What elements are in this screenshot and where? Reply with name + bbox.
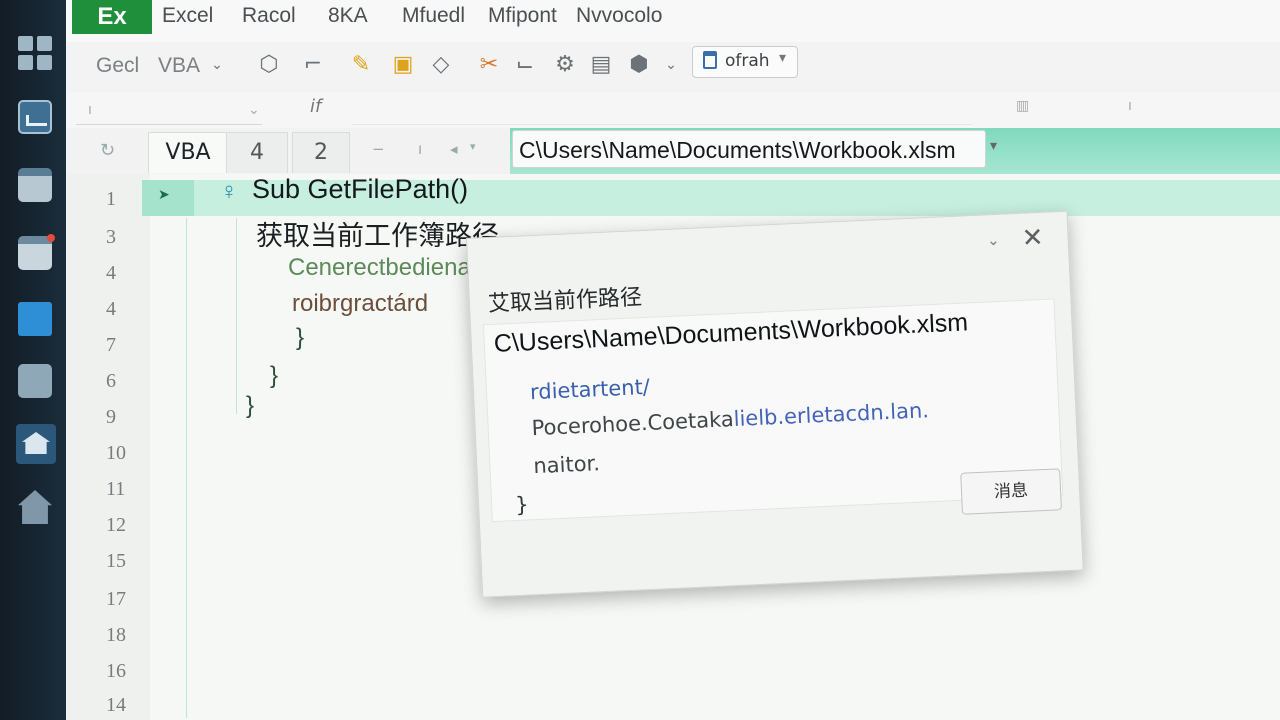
close-icon[interactable]: ✕	[1021, 223, 1044, 254]
house-app-icon[interactable]	[18, 490, 52, 524]
dialog-text-line: naitor.	[532, 451, 601, 479]
menu-excel[interactable]: Excel	[162, 4, 213, 28]
tab-2[interactable]: 2	[292, 132, 350, 173]
tab-bar: ↻ VBA 4 2 − ı ◂ ▾ C\Users\Name\Documents…	[66, 128, 1280, 174]
more-chevron-icon[interactable]: ⌄	[658, 52, 684, 78]
name-box-chevron-icon: ⌄	[248, 102, 260, 118]
shape-icon[interactable]: ⬡	[256, 52, 282, 78]
home-icon	[22, 432, 50, 454]
breakpoint-arrow-icon[interactable]: ➤	[158, 186, 170, 203]
register-app-icon[interactable]	[18, 364, 52, 398]
ribbon: Gecl VBA ⌄ ⬡ ⌐ ✎ ▣ ◇ ✂ ⌙ ⚙ ▤ ⬢ ⌄ ofrah ▾	[66, 42, 1280, 93]
line-number: 3	[106, 226, 116, 248]
function-label: if	[310, 96, 322, 117]
dialog-brace: }	[514, 492, 530, 518]
line-number-gutter: 1 3 4 4 7 6 9 10 11 12 15 17 18 16 14	[66, 174, 150, 720]
menu-nvvocolo[interactable]: Nvvocolo	[576, 4, 662, 28]
object-icon[interactable]: ⬢	[626, 52, 652, 78]
line-number: 4	[106, 298, 116, 320]
home-app-button[interactable]	[16, 424, 56, 464]
code-brace: }	[246, 392, 255, 419]
tab-4[interactable]: 4	[226, 132, 288, 173]
blue-app-icon[interactable]	[18, 302, 52, 336]
left-arrow-icon[interactable]: ◂	[450, 140, 458, 158]
view-dropdown[interactable]: ofrah ▾	[692, 46, 798, 78]
diamond-icon[interactable]: ◇	[428, 52, 454, 78]
line-number: 16	[106, 660, 126, 682]
code-brace: }	[270, 362, 279, 389]
insert-icon[interactable]: ⌐	[300, 52, 326, 78]
path-field[interactable]: C\Users\Name\Documents\Workbook.xlsm	[512, 130, 986, 168]
line-number: 18	[106, 624, 126, 646]
window-app-icon[interactable]	[18, 168, 52, 202]
apps-grid-icon[interactable]	[18, 36, 52, 70]
line-number: 10	[106, 442, 126, 464]
tools-icon[interactable]: ✂	[476, 52, 502, 78]
refresh-icon[interactable]: ↻	[100, 140, 115, 161]
indent-guide	[186, 218, 187, 718]
minimize-icon[interactable]: ⌄	[987, 231, 1000, 250]
title-bar: Ex Excel Racol 8KA Mfuedl Mfipont Nvvoco…	[66, 0, 1280, 42]
line-number: 11	[106, 478, 126, 500]
line-number: 6	[106, 370, 116, 392]
menu-mfuedl[interactable]: Mfuedl	[402, 4, 465, 28]
line-number: 14	[106, 694, 126, 716]
line-number: 1	[106, 188, 116, 210]
lightbulb-icon[interactable]: ♀	[220, 178, 238, 206]
line-number: 7	[106, 334, 116, 356]
view-dropdown-label: ofrah	[725, 51, 770, 71]
dialog-title: 艾取当前作路径	[487, 285, 643, 318]
edit-icon[interactable]: ✎	[348, 52, 374, 78]
chart-app-icon[interactable]	[18, 100, 52, 134]
formula-bar: ı ⌄ if ▥ ı	[66, 92, 1280, 128]
window-icon[interactable]: ▤	[588, 52, 614, 78]
calendar-app-icon[interactable]	[18, 234, 55, 270]
line-number: 15	[106, 550, 126, 572]
menu-racol[interactable]: Racol	[242, 4, 296, 28]
code-brace: }	[296, 324, 305, 351]
path-dropdown-icon[interactable]: ▾	[990, 138, 997, 154]
step-icon[interactable]: ⌙	[512, 52, 538, 78]
ribbon-label-vba[interactable]: VBA	[158, 54, 200, 78]
line-number: 17	[106, 588, 126, 610]
menu-8ka[interactable]: 8KA	[328, 4, 368, 28]
expand-icon[interactable]: ▥	[1016, 98, 1029, 114]
tab-vba[interactable]: VBA	[148, 132, 228, 173]
dropdown-chevron-icon: ▾	[779, 50, 787, 66]
chevron-down-icon[interactable]: ⌄	[204, 52, 230, 78]
code-sub-declaration[interactable]: Sub GetFilePath()	[252, 174, 468, 205]
separator-mark: ı	[1128, 98, 1132, 114]
indent-guide	[236, 218, 237, 414]
line-number: 4	[106, 262, 116, 284]
name-box-mark: ı	[88, 102, 92, 118]
screen: Ex Excel Racol 8KA Mfuedl Mfipont Nvvoco…	[0, 0, 1280, 720]
tab-chevron-icon[interactable]: ▾	[470, 140, 476, 153]
excel-logo: Ex	[72, 0, 152, 34]
tab-separator: ı	[418, 140, 423, 158]
ok-button[interactable]: 消息	[960, 468, 1062, 515]
document-icon	[703, 51, 717, 69]
code-comment[interactable]: 获取当前工作簿路径	[256, 214, 499, 253]
minus-icon[interactable]: −	[372, 140, 385, 158]
message-box-dialog: ⌄ ✕ 艾取当前作路径 C\Users\Name\Documents\Workb…	[466, 210, 1084, 598]
debug-icon[interactable]: ⚙	[552, 52, 578, 78]
code-line[interactable]: roibrgractárd	[292, 290, 428, 318]
formula-input[interactable]	[352, 94, 972, 125]
ribbon-label-gecl[interactable]: Gecl	[96, 54, 139, 78]
name-box[interactable]: ı ⌄	[76, 96, 262, 125]
menu-mfipont[interactable]: Mfipont	[488, 4, 557, 28]
line-number: 12	[106, 514, 126, 536]
folder-icon[interactable]: ▣	[390, 52, 416, 78]
line-number: 9	[106, 406, 116, 428]
